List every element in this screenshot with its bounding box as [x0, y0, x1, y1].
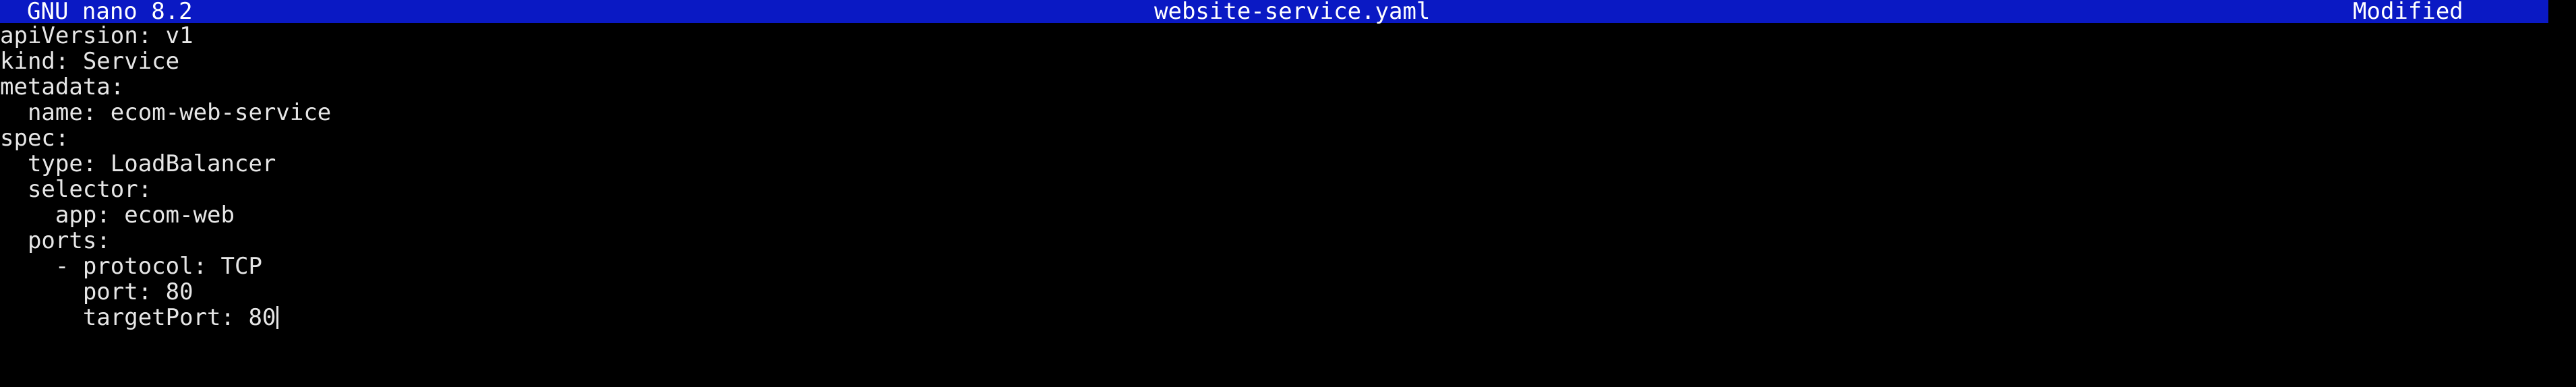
text-cursor	[276, 306, 279, 329]
editor-line[interactable]: type: LoadBalancer	[0, 151, 276, 177]
editor-line-with-cursor[interactable]: targetPort: 80	[0, 304, 279, 331]
editor-line-text[interactable]: targetPort: 80	[0, 304, 276, 331]
editor-line[interactable]: apiVersion: v1	[0, 23, 193, 49]
text-editor-area[interactable]: apiVersion: v1 kind: Service metadata: n…	[0, 23, 2548, 387]
editor-line[interactable]: name: ecom-web-service	[0, 100, 331, 125]
editor-line[interactable]: kind: Service	[0, 49, 179, 74]
editor-line[interactable]: metadata:	[0, 74, 124, 100]
editor-line[interactable]: - protocol: TCP	[0, 254, 262, 279]
modified-status: Modified	[2353, 0, 2463, 25]
scrollbar-track[interactable]	[2548, 0, 2576, 387]
editor-line[interactable]: port: 80	[0, 279, 193, 305]
file-name: website-service.yaml	[1154, 0, 1431, 25]
editor-line[interactable]: spec:	[0, 125, 69, 151]
editor-line[interactable]: selector:	[0, 177, 152, 202]
nano-title-bar: GNU nano 8.2 website-service.yaml Modifi…	[0, 0, 2548, 23]
editor-line[interactable]: app: ecom-web	[0, 202, 235, 228]
editor-line[interactable]: ports:	[0, 228, 111, 254]
app-name: GNU nano 8.2	[27, 0, 193, 25]
